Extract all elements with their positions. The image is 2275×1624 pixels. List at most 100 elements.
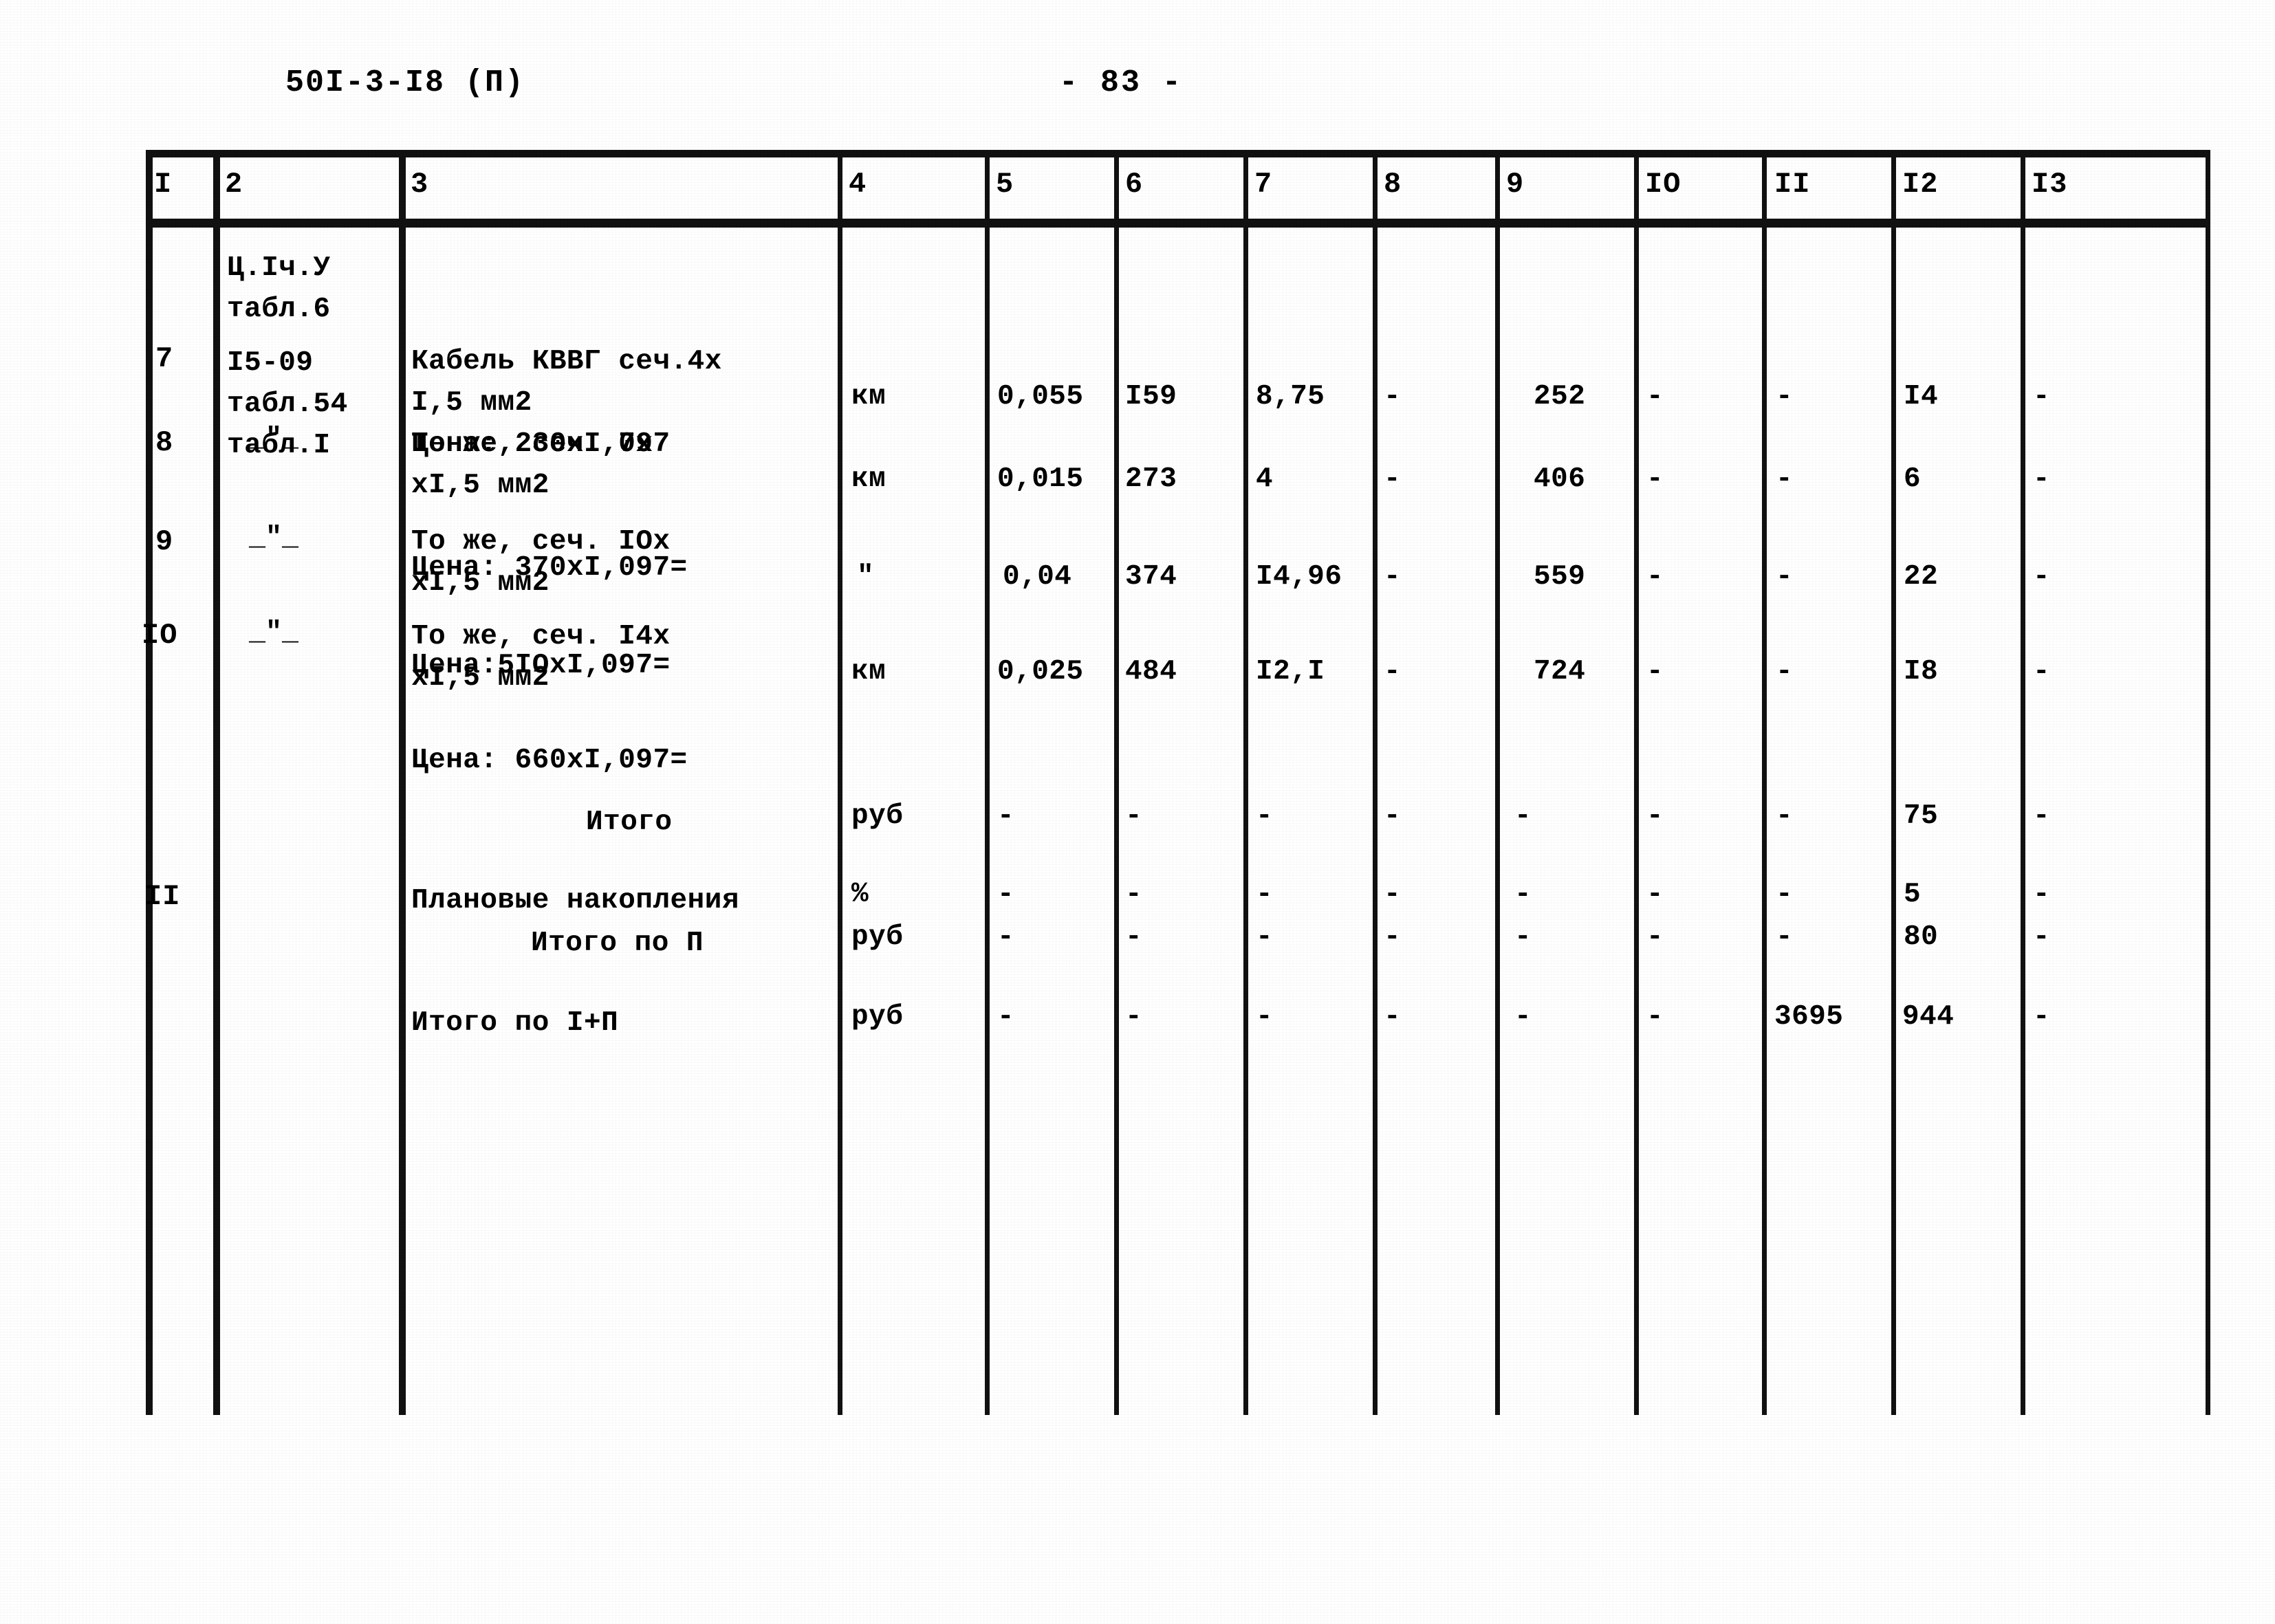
total-1-unit: руб [851, 800, 904, 832]
row8-col6: 273 [1125, 463, 1177, 495]
column-header-13: I3 [2032, 168, 2068, 201]
col-divider-5 [1114, 150, 1119, 1415]
row10-col10: - [1646, 656, 1664, 688]
row11-col13: - [2033, 879, 2051, 910]
row8-col8: - [1384, 463, 1402, 495]
column-header-2: 2 [225, 168, 243, 201]
total-2-col10: - [1646, 921, 1664, 953]
row8-col10: - [1646, 463, 1664, 495]
total-2-col7: - [1256, 921, 1274, 953]
row11-col10: - [1646, 879, 1664, 910]
total-2-col9: - [1514, 921, 1532, 953]
row9-description-line-1: То же, сеч. IOх [411, 526, 671, 558]
total-1-col9: - [1514, 800, 1532, 832]
row-number-10: IO [142, 619, 178, 652]
row8-unit: км [851, 463, 886, 495]
column-header-10: IO [1645, 168, 1681, 201]
total-2-label: Итого по П [531, 928, 704, 959]
table-left-border [146, 150, 153, 1415]
column-header-8: 8 [1384, 168, 1402, 201]
column-header-1: I [154, 168, 173, 201]
col-divider-7 [1373, 150, 1378, 1415]
col-divider-11 [1891, 150, 1896, 1415]
row8-col7: 4 [1256, 463, 1274, 495]
row7-col11: - [1776, 381, 1794, 413]
row10-description-line-2: хI,5 мм2 [411, 662, 549, 694]
row10-col9: 724 [1534, 656, 1586, 688]
row7-col9: 252 [1534, 381, 1586, 413]
row7-col10: - [1646, 381, 1664, 413]
col-divider-2 [399, 150, 406, 1415]
row10-col12: I8 [1904, 656, 1939, 688]
row11-col11: - [1776, 879, 1794, 910]
total-2-col8: - [1384, 921, 1402, 953]
estimate-table: I 2 3 4 5 6 7 8 9 IO II I2 I3 Ц.Iч.У таб… [142, 150, 2210, 1415]
row-number-11: II [144, 880, 181, 913]
total-1-col6: - [1125, 800, 1143, 832]
row9-col8: - [1384, 561, 1402, 593]
page-number: - 83 - [1059, 65, 1184, 100]
total-1-col10: - [1646, 800, 1664, 832]
total-3-col12: 944 [1902, 1001, 1955, 1033]
total-2-col6: - [1125, 921, 1143, 953]
row11-col6: - [1125, 879, 1143, 910]
table-right-border [2206, 150, 2210, 1415]
total-1-col5: - [997, 800, 1015, 832]
row10-description-line-1: То же, сеч. I4х [411, 621, 671, 652]
total-2-col13: - [2033, 921, 2051, 953]
row10-unit: км [851, 656, 886, 688]
row11-col8: - [1384, 879, 1402, 910]
row7-col12: I4 [1904, 381, 1939, 413]
row11-unit: % [851, 879, 869, 910]
row7-col5: 0,055 [997, 381, 1084, 413]
row9-col11: - [1776, 561, 1794, 593]
row8-col9: 406 [1534, 463, 1586, 495]
column-header-4: 4 [849, 168, 867, 201]
row11-col5: - [997, 879, 1015, 910]
row10-col13: - [2033, 656, 2051, 688]
total-3-col10: - [1646, 1001, 1664, 1033]
row7-col13: - [2033, 381, 2051, 413]
total-3-col6: - [1125, 1001, 1143, 1033]
page-header: 50I-3-I8 (П) - 83 - [0, 65, 2275, 120]
row11-col12: 5 [1904, 879, 1922, 910]
total-3-col7: - [1256, 1001, 1274, 1033]
total-3-col13: - [2033, 1001, 2051, 1033]
column-header-5: 5 [996, 168, 1014, 201]
row8-description-line-2: хI,5 мм2 [411, 470, 549, 501]
column-header-12: I2 [1902, 168, 1939, 201]
row10-col6: 484 [1125, 656, 1177, 688]
total-3-unit: руб [851, 1001, 904, 1033]
total-3-label: Итого по I+П [411, 1007, 619, 1039]
row9-col10: - [1646, 561, 1664, 593]
row10-ditto-mark: _"_ [249, 617, 299, 648]
row-number-9: 9 [155, 525, 174, 558]
row10-col8: - [1384, 656, 1402, 688]
row7-description-line-2: I,5 мм2 [411, 387, 532, 419]
row9-col5: 0,04 [1003, 561, 1072, 593]
column-header-6: 6 [1125, 168, 1144, 201]
row7-ref-line-1: I5-09 [227, 347, 314, 379]
row10-col11: - [1776, 656, 1794, 688]
row-number-8: 8 [155, 426, 174, 459]
total-3-col11: 3695 [1774, 1001, 1844, 1033]
col-divider-9 [1634, 150, 1639, 1415]
col-divider-12 [2021, 150, 2025, 1415]
ref-line-header-1: Ц.Iч.У [227, 252, 331, 284]
total-1-col13: - [2033, 800, 2051, 832]
row9-col6: 374 [1125, 561, 1177, 593]
row7-col7: 8,75 [1256, 381, 1325, 413]
total-3-col8: - [1384, 1001, 1402, 1033]
row9-col7: I4,96 [1256, 561, 1342, 593]
col-divider-8 [1495, 150, 1500, 1415]
table-top-border [146, 150, 2209, 157]
row9-unit: " [857, 561, 875, 593]
col-divider-1 [213, 150, 220, 1415]
col-divider-10 [1762, 150, 1767, 1415]
row11-col7: - [1256, 879, 1274, 910]
row7-unit: км [851, 381, 886, 413]
row9-col13: - [2033, 561, 2051, 593]
total-2-col11: - [1776, 921, 1794, 953]
col-divider-6 [1243, 150, 1248, 1415]
total-3-col9: - [1514, 1001, 1532, 1033]
